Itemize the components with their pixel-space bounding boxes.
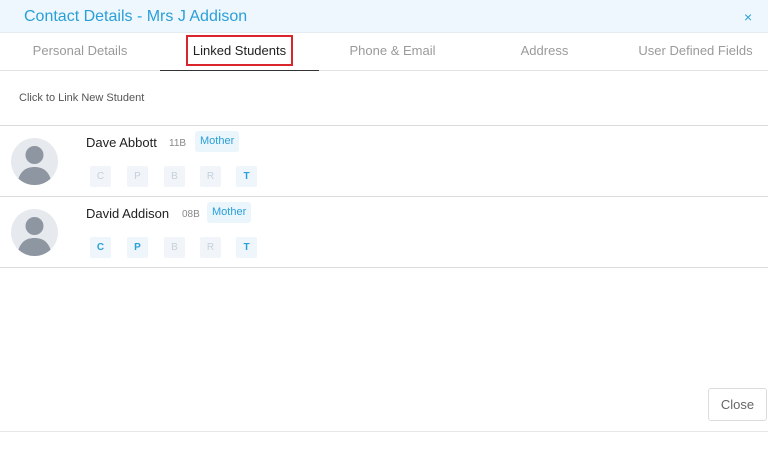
flag-r[interactable]: R [200, 237, 221, 258]
flag-p[interactable]: P [127, 166, 148, 187]
tab-phone-email[interactable]: Phone & Email [319, 33, 466, 71]
tab-label: Address [520, 43, 569, 58]
tab-label: Personal Details [32, 43, 128, 58]
flag-c[interactable]: C [90, 166, 111, 187]
tab-address[interactable]: Address [466, 33, 623, 71]
tab-label: Phone & Email [349, 43, 436, 58]
student-form: 11B [169, 138, 187, 149]
avatar-icon [11, 138, 58, 185]
flag-b[interactable]: B [164, 237, 185, 258]
link-new-student-link[interactable]: Click to Link New Student [19, 92, 144, 104]
tab-personal-details[interactable]: Personal Details [0, 33, 160, 71]
flag-t[interactable]: T [236, 166, 257, 187]
tab-label: Linked Students [185, 35, 294, 66]
close-icon[interactable]: × [744, 9, 752, 25]
tab-user-defined-fields[interactable]: User Defined Fields [623, 33, 768, 71]
flag-b[interactable]: B [164, 166, 185, 187]
student-name[interactable]: David Addison [86, 206, 169, 221]
avatar-icon [11, 209, 58, 256]
student-row[interactable]: David Addison 08B Mother C P B R T [0, 197, 768, 268]
student-form: 08B [182, 209, 200, 220]
relation-badge: Mother [195, 131, 240, 152]
flag-p[interactable]: P [127, 237, 148, 258]
student-name[interactable]: Dave Abbott [86, 135, 157, 150]
close-button[interactable]: Close [708, 388, 767, 421]
flag-c[interactable]: C [90, 237, 111, 258]
dialog-titlebar: Contact Details - Mrs J Addison × [0, 0, 768, 33]
tab-linked-students[interactable]: Linked Students [160, 33, 319, 71]
student-row[interactable]: Dave Abbott 11B Mother C P B R T [0, 126, 768, 197]
dialog-title: Contact Details - Mrs J Addison [24, 8, 248, 25]
flag-r[interactable]: R [200, 166, 221, 187]
footer-divider [0, 431, 768, 432]
flag-t[interactable]: T [236, 237, 257, 258]
relation-badge: Mother [207, 202, 252, 223]
tab-bar: Personal Details Linked Students Phone &… [0, 33, 768, 71]
tab-label: User Defined Fields [638, 43, 753, 58]
